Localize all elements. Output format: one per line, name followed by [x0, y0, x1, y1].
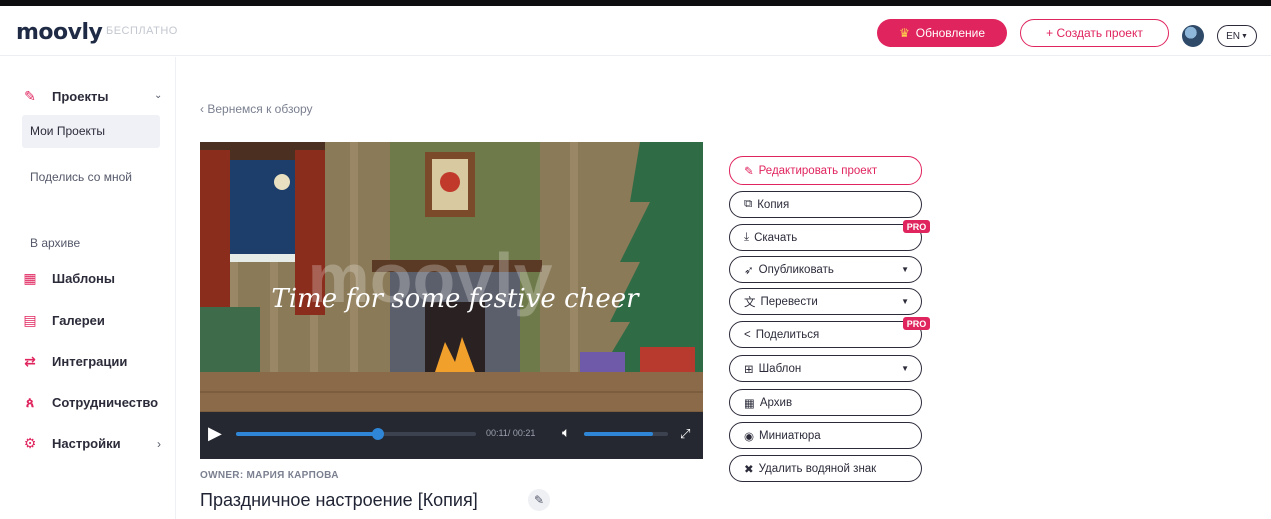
play-icon[interactable]: ▶	[208, 423, 222, 444]
rocket-icon: ➶	[744, 264, 754, 277]
translate-icon: 文	[744, 296, 756, 309]
sidebar-subitem-archived[interactable]: В архиве	[22, 227, 160, 260]
video-controls: ▶ 00:11/ 00:21 🔈︎ ⤢	[200, 412, 703, 459]
camera-icon: ◉	[744, 430, 755, 443]
translate-label: Перевести	[760, 295, 818, 308]
edit-title-button[interactable]: ✎	[528, 489, 550, 511]
pencil-icon: ✎	[533, 493, 545, 507]
chevron-right-icon[interactable]: ›	[157, 437, 161, 451]
arrows-exchange-icon: ⇄	[24, 352, 36, 369]
archive-icon: ▦	[744, 397, 755, 410]
archive-label: Архив	[759, 396, 793, 409]
fullscreen-icon[interactable]: ⤢	[680, 426, 690, 442]
upgrade-button[interactable]: ♛ Обновление	[877, 19, 1007, 47]
sidebar-item-label: Интеграции	[52, 353, 128, 369]
chevron-down-icon[interactable]: ⌄	[154, 90, 162, 101]
template-dropdown[interactable]: ⊞ Шаблон ▼	[729, 355, 922, 382]
owner-label: OWNER: МАРИЯ КАРПОВА	[200, 470, 339, 481]
copy-button[interactable]: ⧉ Копия	[729, 191, 922, 218]
time-label: 00:11/ 00:21	[486, 428, 536, 438]
grid-icon: ▦	[23, 269, 37, 286]
sidebar-item-label: Проекты	[52, 88, 109, 104]
chevron-down-icon: ▼	[901, 297, 909, 306]
plan-label: БЕСПЛАТНО	[106, 25, 178, 37]
download-label: Скачать	[754, 231, 798, 244]
gallery-icon: ▤	[23, 311, 37, 328]
remove-watermark-label: Удалить водяной знак	[758, 462, 877, 475]
crown-icon: ♛	[898, 26, 910, 40]
sidebar-item-templates[interactable]: ▦ Шаблоны	[22, 270, 115, 286]
edit-square-icon: ✎	[24, 87, 36, 104]
volume-bar-fill	[584, 432, 653, 436]
pro-badge: PRO	[903, 317, 930, 330]
seek-bar-fill	[236, 432, 378, 436]
language-label: EN	[1226, 30, 1240, 42]
page-title: Праздничное настроение [Копия]	[200, 490, 478, 510]
share-button[interactable]: < Поделиться	[729, 321, 922, 348]
thumbnail-label: Миниатюра	[759, 429, 821, 442]
copy-icon: ⧉	[744, 198, 753, 210]
sidebar-item-settings[interactable]: ⚙ Настройки	[22, 435, 121, 451]
volume-bar[interactable]	[584, 432, 668, 436]
share-label: Поделиться	[755, 328, 820, 341]
sidebar-item-integrations[interactable]: ⇄ Интеграции	[22, 353, 127, 369]
sidebar-item-collaboration[interactable]: ጰ Сотрудничество	[22, 394, 158, 410]
sidebar-subitem-my-projects[interactable]: Мои Проекты	[22, 115, 160, 148]
sidebar-item-galleries[interactable]: ▤ Галереи	[22, 312, 105, 328]
chevron-down-icon: ▼	[1240, 32, 1248, 40]
sidebar: ✎ Проекты ⌄ Мои Проекты Поделись со мной…	[0, 57, 176, 519]
chevron-down-icon: ▼	[901, 265, 909, 274]
back-link[interactable]: ‹ Вернемся к обзору	[200, 102, 313, 116]
thumbnail-button[interactable]: ◉ Миниатюра	[729, 422, 922, 449]
edit-project-label: Редактировать проект	[758, 164, 878, 177]
template-icon: ⊞	[744, 363, 754, 376]
publish-dropdown[interactable]: ➶ Опубликовать ▼	[729, 256, 922, 283]
sidebar-subitem-shared[interactable]: Поделись со мной	[22, 161, 142, 194]
download-icon: ⤓	[744, 231, 750, 243]
back-link-label: Вернемся к обзору	[207, 102, 313, 116]
volume-icon[interactable]: 🔈︎	[562, 424, 570, 441]
chevron-down-icon: ▼	[901, 364, 909, 373]
chevron-left-icon: ‹	[200, 102, 204, 116]
people-icon: ጰ	[25, 393, 35, 410]
video-caption: Time for some festive cheer	[271, 284, 640, 314]
copy-label: Копия	[757, 198, 790, 211]
download-button[interactable]: ⤓ Скачать	[729, 224, 922, 251]
app-header: moovly БЕСПЛАТНО ♛ Обновление + Создать …	[0, 6, 1271, 56]
seek-bar[interactable]	[236, 428, 476, 440]
template-label: Шаблон	[758, 362, 802, 375]
sidebar-item-projects[interactable]: ✎ Проекты	[22, 88, 108, 104]
publish-label: Опубликовать	[758, 263, 834, 276]
sidebar-item-label: Настройки	[52, 435, 121, 451]
language-selector[interactable]: EN ▼	[1217, 25, 1257, 47]
pro-badge: PRO	[903, 220, 930, 233]
avatar[interactable]	[1182, 25, 1204, 47]
pencil-icon: ✎	[744, 165, 754, 178]
close-icon: ✖	[744, 463, 754, 476]
upgrade-button-label: Обновление	[915, 26, 986, 40]
sidebar-item-label: Шаблоны	[52, 270, 115, 286]
moovly-logo[interactable]: moovly	[16, 20, 103, 45]
archive-button[interactable]: ▦ Архив	[729, 389, 922, 416]
sidebar-item-label: Галереи	[52, 312, 105, 328]
create-project-button[interactable]: + Создать проект	[1020, 19, 1169, 47]
edit-project-button[interactable]: ✎ Редактировать проект	[729, 156, 922, 185]
sidebar-item-label: Сотрудничество	[52, 394, 159, 410]
remove-watermark-button[interactable]: ✖ Удалить водяной знак	[729, 455, 922, 482]
gear-icon: ⚙	[23, 434, 37, 451]
share-icon: <	[744, 328, 751, 341]
seek-handle[interactable]	[371, 428, 384, 440]
translate-dropdown[interactable]: 文 Перевести ▼	[729, 288, 922, 315]
